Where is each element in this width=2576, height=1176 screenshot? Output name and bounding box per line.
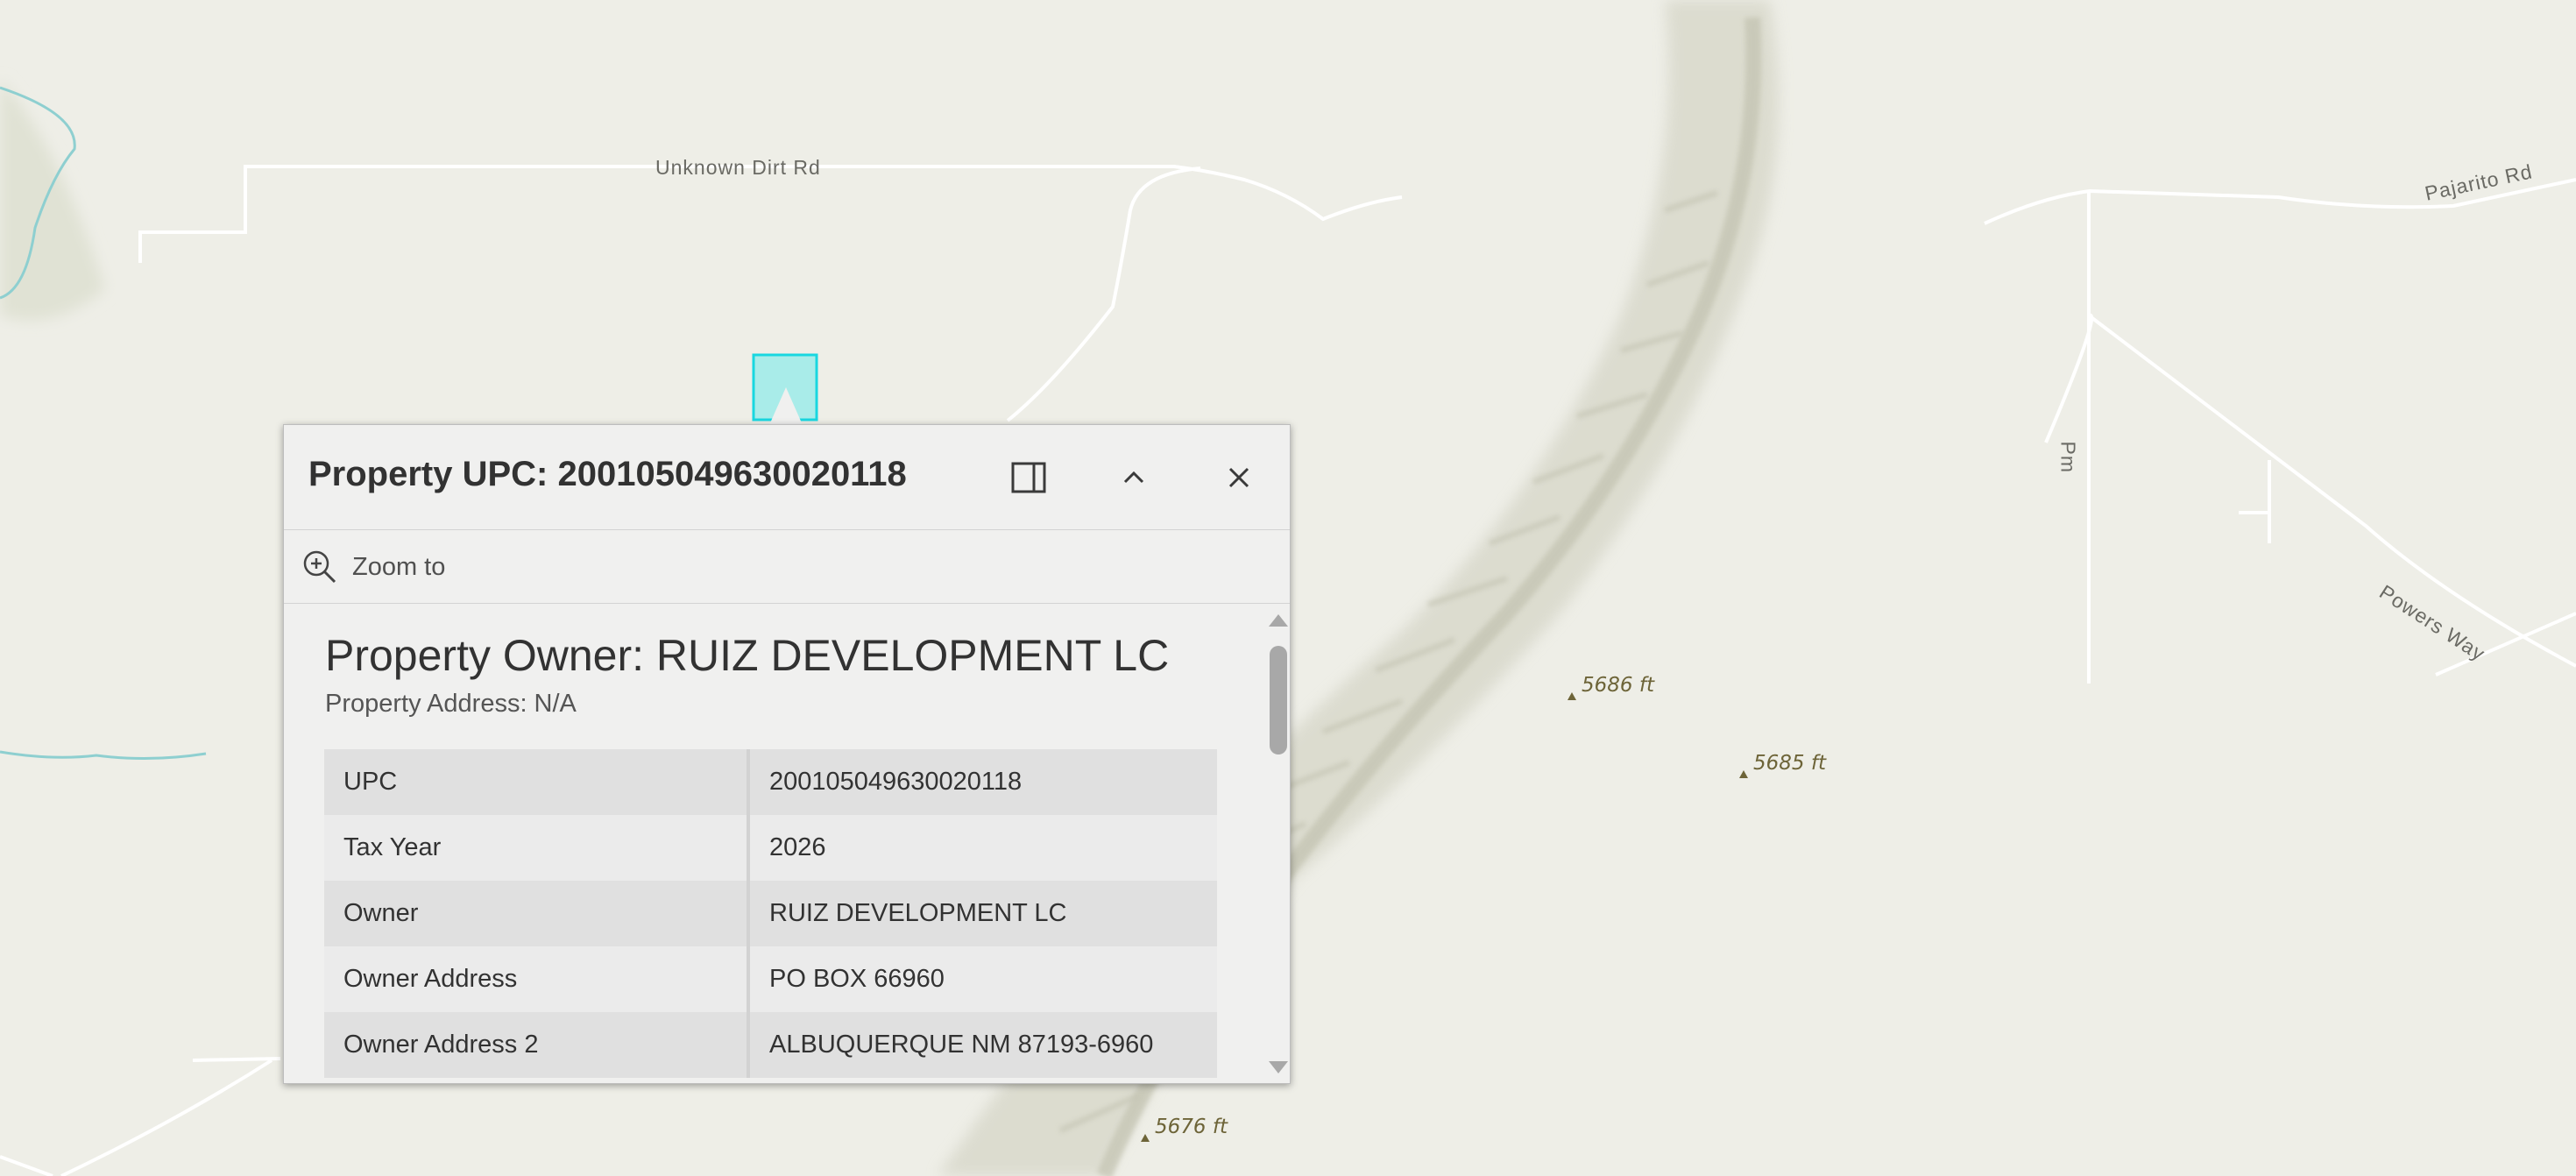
attribute-value: 200105049630020118 [748,749,1217,815]
owner-heading: Property Owner: RUIZ DEVELOPMENT LC [325,631,1170,680]
property-address: Property Address: N/A [325,690,577,718]
popup-content[interactable]: Property Owner: RUIZ DEVELOPMENT LC Prop… [284,604,1290,1083]
elevation-label: 5685 ft [1739,752,1826,778]
table-row: Owner Address PO BOX 66960 [324,946,1217,1012]
dock-button[interactable] [1002,451,1055,504]
attribute-key: Owner Address 2 [324,1012,750,1078]
scroll-thumb[interactable] [1270,646,1287,754]
attribute-value: ALBUQUERQUE NM 87193-6960 [748,1012,1217,1078]
scroll-down-arrow-icon[interactable] [1269,1061,1288,1073]
zoom-to-button[interactable]: Zoom to [301,546,445,588]
feature-popup: Property UPC: 200105049630020118 Zoom to… [283,424,1291,1084]
road-label-pm: Pm [2056,441,2080,474]
road-label-unknown-dirt-rd: Unknown Dirt Rd [655,156,821,179]
attribute-key: Owner Address [324,946,750,1012]
attribute-value: 2026 [748,815,1217,881]
popup-pointer [769,387,803,425]
attribute-table: UPC 200105049630020118 Tax Year 2026 Own… [324,749,1217,1078]
attribute-value: RUIZ DEVELOPMENT LC [748,881,1217,946]
table-row: Owner Address 2 ALBUQUERQUE NM 87193-696… [324,1012,1217,1078]
spot-height-icon [1141,1134,1150,1142]
table-row: Tax Year 2026 [324,815,1217,881]
table-row: UPC 200105049630020118 [324,749,1217,815]
attribute-value: PO BOX 66960 [748,946,1217,1012]
close-icon [1228,467,1249,488]
elevation-label: 5686 ft [1568,674,1654,700]
spot-height-icon [1739,770,1748,778]
collapse-button[interactable] [1108,451,1160,504]
zoom-to-label: Zoom to [352,552,446,581]
popup-scrollbar[interactable] [1262,604,1290,1083]
chevron-up-icon [1123,471,1144,484]
scroll-up-arrow-icon[interactable] [1269,614,1288,627]
popup-header: Property UPC: 200105049630020118 [284,425,1290,530]
attribute-key: Owner [324,881,750,946]
table-row: Owner RUIZ DEVELOPMENT LC [324,881,1217,946]
dock-icon [1011,462,1046,493]
attribute-key: UPC [324,749,750,815]
elevation-label: 5676 ft [1141,1116,1228,1142]
spot-height-icon [1568,692,1576,700]
popup-title: Property UPC: 200105049630020118 [308,455,907,493]
close-button[interactable] [1213,451,1265,504]
popup-action-bar: Zoom to [284,530,1290,604]
zoom-in-icon [303,550,336,584]
attribute-key: Tax Year [324,815,750,881]
